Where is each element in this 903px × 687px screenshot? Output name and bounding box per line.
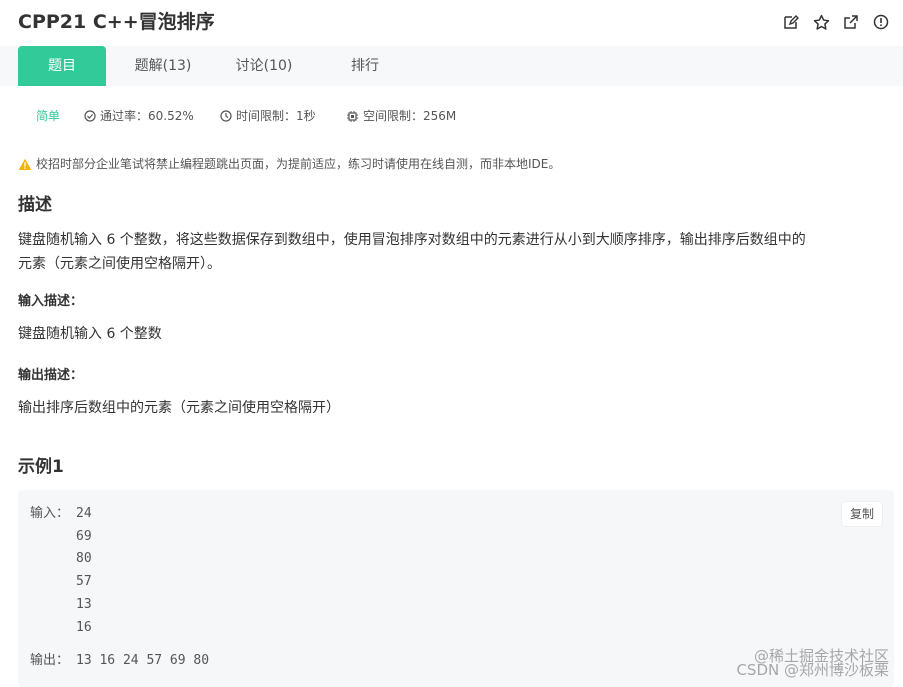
tab-ranking[interactable]: 排行 xyxy=(322,46,408,86)
tab-problem[interactable]: 题目 xyxy=(18,46,106,86)
space-limit-label: 空间限制：256M xyxy=(363,109,457,123)
difficulty-label: 简单 xyxy=(36,109,61,123)
input-value: 57 xyxy=(76,574,92,590)
star-icon[interactable] xyxy=(811,12,831,32)
tab-solutions[interactable]: 题解(13) xyxy=(118,46,208,86)
output-label: 输出： xyxy=(30,653,70,668)
title-actions xyxy=(781,12,891,32)
warning-icon xyxy=(18,158,32,170)
output-desc-heading: 输出描述： xyxy=(18,368,84,383)
time-limit-label: 时间限制：1秒 xyxy=(236,109,316,123)
notice-text: 校招时部分企业笔试将禁止编程题跳出页面，为提前适应，练习时请使用在线自测，而非本… xyxy=(36,157,561,171)
exam-notice: 校招时部分企业笔试将禁止编程题跳出页面，为提前适应，练习时请使用在线自测，而非本… xyxy=(18,154,560,174)
copy-button[interactable]: 复制 xyxy=(842,502,882,526)
description-heading: 描述 xyxy=(18,195,52,215)
space-limit: 空间限制：256M xyxy=(346,106,456,126)
output-value: 13 16 24 57 69 80 xyxy=(76,653,210,668)
input-value: 16 xyxy=(76,619,92,635)
clock-icon xyxy=(220,110,232,122)
time-limit: 时间限制：1秒 xyxy=(220,106,316,126)
difficulty-badge: 简单 xyxy=(36,106,60,126)
input-values: 24 69 80 57 13 16 xyxy=(76,503,92,639)
input-value: 24 xyxy=(76,506,92,521)
page-title: CPP21 C++冒泡排序 xyxy=(18,11,215,33)
input-value: 69 xyxy=(76,528,92,544)
description-line-1: 键盘随机输入 6 个整数，将这些数据保存到数组中，使用冒泡排序对数组中的元素进行… xyxy=(18,232,806,248)
input-value: 80 xyxy=(76,551,92,567)
info-icon[interactable] xyxy=(871,12,891,32)
input-label: 输入： xyxy=(30,506,70,521)
input-value: 13 xyxy=(76,596,92,612)
description-line-2: 元素（元素之间使用空格隔开）。 xyxy=(18,256,221,272)
input-desc-text: 键盘随机输入 6 个整数 xyxy=(18,326,162,342)
chip-icon xyxy=(347,110,358,122)
pass-rate-label: 通过率：60.52% xyxy=(100,109,194,123)
tab-discussion[interactable]: 讨论(10) xyxy=(220,46,308,86)
pass-rate: 通过率：60.52% xyxy=(84,106,194,126)
watermark-csdn: CSDN @郑州博沙板栗 xyxy=(736,661,889,679)
input-desc-heading: 输入描述： xyxy=(18,294,84,309)
tab-bar: 题目 题解(13) 讨论(10) 排行 xyxy=(0,46,903,86)
output-desc-text: 输出排序后数组中的元素（元素之间使用空格隔开） xyxy=(18,400,340,416)
example-heading: 示例1 xyxy=(18,457,64,477)
external-link-icon[interactable] xyxy=(841,12,861,32)
check-circle-icon xyxy=(84,110,96,122)
edit-icon[interactable] xyxy=(781,12,801,32)
